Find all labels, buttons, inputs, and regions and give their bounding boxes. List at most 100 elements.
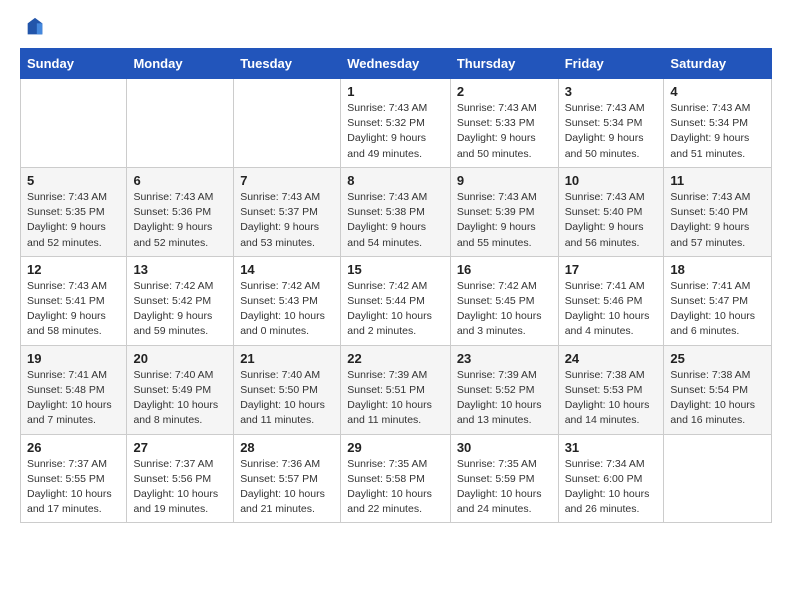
day-number: 30	[457, 440, 552, 455]
day-number: 3	[565, 84, 658, 99]
day-detail: Sunrise: 7:42 AM Sunset: 5:43 PM Dayligh…	[240, 279, 334, 340]
calendar-cell	[127, 79, 234, 168]
calendar-cell: 13Sunrise: 7:42 AM Sunset: 5:42 PM Dayli…	[127, 256, 234, 345]
day-number: 6	[133, 173, 227, 188]
day-number: 21	[240, 351, 334, 366]
day-detail: Sunrise: 7:42 AM Sunset: 5:44 PM Dayligh…	[347, 279, 444, 340]
day-number: 19	[27, 351, 120, 366]
calendar-cell: 9 Sunrise: 7:43 AM Sunset: 5:39 PM Daylig…	[450, 167, 558, 256]
calendar-cell: 17 Sunrise: 7:41 AM Sunset: 5:46 PM Dayli…	[558, 256, 664, 345]
day-detail: Sunrise: 7:37 AM Sunset: 5:55 PM Dayligh…	[27, 457, 120, 518]
calendar-cell: 30 Sunrise: 7:35 AM Sunset: 5:59 PM Dayli…	[450, 434, 558, 523]
day-number: 10	[565, 173, 658, 188]
day-number: 17	[565, 262, 658, 277]
day-detail: Sunrise: 7:35 AM Sunset: 5:59 PM Dayligh…	[457, 457, 552, 518]
day-number: 26	[27, 440, 120, 455]
calendar-cell: 5 Sunrise: 7:43 AM Sunset: 5:35 PM Daylig…	[21, 167, 127, 256]
day-of-week-header: Tuesday	[234, 49, 341, 79]
day-detail: Sunrise: 7:38 AM Sunset: 5:54 PM Dayligh…	[670, 368, 765, 429]
day-detail: Sunrise: 7:43 AM Sunset: 5:37 PM Dayligh…	[240, 190, 334, 251]
day-number: 4	[670, 84, 765, 99]
logo	[20, 16, 46, 38]
calendar-cell: 25 Sunrise: 7:38 AM Sunset: 5:54 PM Dayli…	[664, 345, 772, 434]
calendar-cell: 26 Sunrise: 7:37 AM Sunset: 5:55 PM Dayli…	[21, 434, 127, 523]
day-number: 14	[240, 262, 334, 277]
day-of-week-header: Monday	[127, 49, 234, 79]
day-detail: Sunrise: 7:43 AM Sunset: 5:34 PM Dayligh…	[565, 101, 658, 162]
calendar-cell: 19 Sunrise: 7:41 AM Sunset: 5:48 PM Dayli…	[21, 345, 127, 434]
day-detail: Sunrise: 7:43 AM Sunset: 5:40 PM Dayligh…	[565, 190, 658, 251]
day-of-week-header: Friday	[558, 49, 664, 79]
day-detail: Sunrise: 7:43 AM Sunset: 5:36 PM Dayligh…	[133, 190, 227, 251]
calendar-cell: 14 Sunrise: 7:42 AM Sunset: 5:43 PM Dayli…	[234, 256, 341, 345]
day-detail: Sunrise: 7:37 AM Sunset: 5:56 PM Dayligh…	[133, 457, 227, 518]
calendar-cell: 22 Sunrise: 7:39 AM Sunset: 5:51 PM Dayli…	[341, 345, 451, 434]
day-of-week-header: Sunday	[21, 49, 127, 79]
calendar-cell: 20 Sunrise: 7:40 AM Sunset: 5:49 PM Dayli…	[127, 345, 234, 434]
calendar-cell: 6 Sunrise: 7:43 AM Sunset: 5:36 PM Daylig…	[127, 167, 234, 256]
day-number: 29	[347, 440, 444, 455]
day-number: 25	[670, 351, 765, 366]
page: SundayMondayTuesdayWednesdayThursdayFrid…	[0, 0, 792, 539]
day-number: 24	[565, 351, 658, 366]
day-number: 11	[670, 173, 765, 188]
calendar-cell: 23 Sunrise: 7:39 AM Sunset: 5:52 PM Dayli…	[450, 345, 558, 434]
calendar: SundayMondayTuesdayWednesdayThursdayFrid…	[20, 48, 772, 523]
calendar-cell: 15Sunrise: 7:42 AM Sunset: 5:44 PM Dayli…	[341, 256, 451, 345]
day-of-week-header: Wednesday	[341, 49, 451, 79]
day-number: 2	[457, 84, 552, 99]
day-detail: Sunrise: 7:34 AM Sunset: 6:00 PM Dayligh…	[565, 457, 658, 518]
day-detail: Sunrise: 7:38 AM Sunset: 5:53 PM Dayligh…	[565, 368, 658, 429]
day-detail: Sunrise: 7:43 AM Sunset: 5:32 PM Dayligh…	[347, 101, 444, 162]
day-number: 8	[347, 173, 444, 188]
calendar-cell: 4 Sunrise: 7:43 AM Sunset: 5:34 PM Daylig…	[664, 79, 772, 168]
day-detail: Sunrise: 7:42 AM Sunset: 5:45 PM Dayligh…	[457, 279, 552, 340]
day-detail: Sunrise: 7:43 AM Sunset: 5:35 PM Dayligh…	[27, 190, 120, 251]
calendar-cell	[664, 434, 772, 523]
day-number: 20	[133, 351, 227, 366]
day-detail: Sunrise: 7:41 AM Sunset: 5:48 PM Dayligh…	[27, 368, 120, 429]
calendar-cell: 27 Sunrise: 7:37 AM Sunset: 5:56 PM Dayli…	[127, 434, 234, 523]
day-detail: Sunrise: 7:43 AM Sunset: 5:40 PM Dayligh…	[670, 190, 765, 251]
calendar-cell: 12 Sunrise: 7:43 AM Sunset: 5:41 PM Dayli…	[21, 256, 127, 345]
calendar-cell: 21 Sunrise: 7:40 AM Sunset: 5:50 PM Dayli…	[234, 345, 341, 434]
day-number: 31	[565, 440, 658, 455]
day-number: 23	[457, 351, 552, 366]
calendar-cell: 18Sunrise: 7:41 AM Sunset: 5:47 PM Dayli…	[664, 256, 772, 345]
day-number: 5	[27, 173, 120, 188]
day-number: 27	[133, 440, 227, 455]
day-detail: Sunrise: 7:43 AM Sunset: 5:41 PM Dayligh…	[27, 279, 120, 340]
day-number: 16	[457, 262, 552, 277]
day-detail: Sunrise: 7:41 AM Sunset: 5:47 PM Dayligh…	[670, 279, 765, 340]
day-number: 22	[347, 351, 444, 366]
calendar-cell: 31 Sunrise: 7:34 AM Sunset: 6:00 PM Dayli…	[558, 434, 664, 523]
calendar-cell: 3 Sunrise: 7:43 AM Sunset: 5:34 PM Daylig…	[558, 79, 664, 168]
day-number: 28	[240, 440, 334, 455]
calendar-cell: 10 Sunrise: 7:43 AM Sunset: 5:40 PM Dayli…	[558, 167, 664, 256]
day-number: 9	[457, 173, 552, 188]
day-number: 13	[133, 262, 227, 277]
day-number: 7	[240, 173, 334, 188]
day-detail: Sunrise: 7:41 AM Sunset: 5:46 PM Dayligh…	[565, 279, 658, 340]
day-number: 12	[27, 262, 120, 277]
calendar-cell: 28Sunrise: 7:36 AM Sunset: 5:57 PM Dayli…	[234, 434, 341, 523]
day-detail: Sunrise: 7:43 AM Sunset: 5:33 PM Dayligh…	[457, 101, 552, 162]
day-detail: Sunrise: 7:43 AM Sunset: 5:39 PM Dayligh…	[457, 190, 552, 251]
calendar-cell: 11 Sunrise: 7:43 AM Sunset: 5:40 PM Dayli…	[664, 167, 772, 256]
day-detail: Sunrise: 7:39 AM Sunset: 5:52 PM Dayligh…	[457, 368, 552, 429]
calendar-cell: 8 Sunrise: 7:43 AM Sunset: 5:38 PM Daylig…	[341, 167, 451, 256]
logo-icon	[24, 16, 46, 38]
day-detail: Sunrise: 7:40 AM Sunset: 5:49 PM Dayligh…	[133, 368, 227, 429]
day-detail: Sunrise: 7:35 AM Sunset: 5:58 PM Dayligh…	[347, 457, 444, 518]
day-detail: Sunrise: 7:40 AM Sunset: 5:50 PM Dayligh…	[240, 368, 334, 429]
day-detail: Sunrise: 7:43 AM Sunset: 5:34 PM Dayligh…	[670, 101, 765, 162]
calendar-cell: 2 Sunrise: 7:43 AM Sunset: 5:33 PM Daylig…	[450, 79, 558, 168]
calendar-cell	[234, 79, 341, 168]
day-detail: Sunrise: 7:39 AM Sunset: 5:51 PM Dayligh…	[347, 368, 444, 429]
calendar-cell: 29 Sunrise: 7:35 AM Sunset: 5:58 PM Dayli…	[341, 434, 451, 523]
calendar-cell: 16 Sunrise: 7:42 AM Sunset: 5:45 PM Dayli…	[450, 256, 558, 345]
day-number: 1	[347, 84, 444, 99]
day-of-week-header: Thursday	[450, 49, 558, 79]
day-detail: Sunrise: 7:43 AM Sunset: 5:38 PM Dayligh…	[347, 190, 444, 251]
header	[20, 16, 772, 38]
